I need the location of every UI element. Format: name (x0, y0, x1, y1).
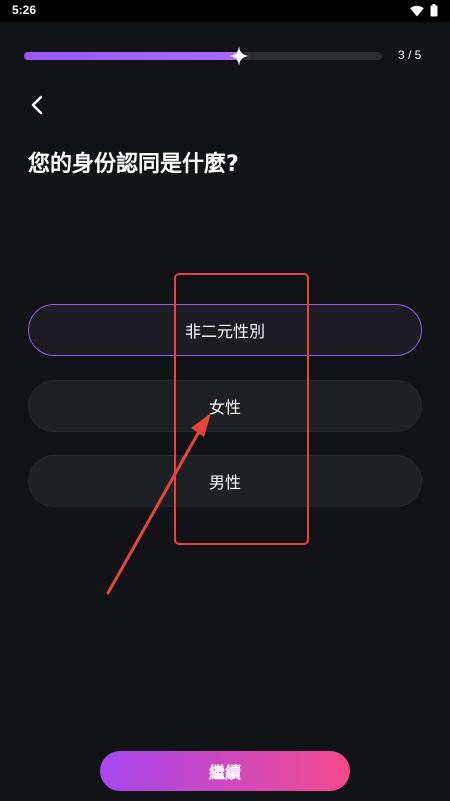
battery-icon (430, 4, 438, 17)
option-label: 非二元性別 (184, 322, 265, 341)
progress-count: 3 / 5 (398, 48, 422, 62)
progress-fill (24, 52, 239, 60)
sparkle-icon (228, 46, 249, 66)
status-time: 5:26 (12, 3, 37, 17)
continue-label: 繼續 (208, 763, 241, 782)
option-non-binary[interactable]: 非二元性別 (28, 304, 422, 356)
option-male[interactable]: 男性 (28, 455, 422, 507)
option-label: 男性 (208, 473, 241, 492)
option-female[interactable]: 女性 (28, 380, 422, 432)
option-label: 女性 (208, 398, 241, 417)
wifi-icon (410, 5, 424, 16)
back-button[interactable] (24, 92, 50, 118)
progress-bar (24, 46, 382, 66)
continue-button[interactable]: 繼續 (100, 751, 350, 791)
status-bar: 5:26 (0, 0, 450, 22)
status-icons (410, 4, 438, 17)
question-title: 您的身份認同是什麼? (28, 152, 239, 177)
chevron-left-icon (31, 95, 43, 115)
